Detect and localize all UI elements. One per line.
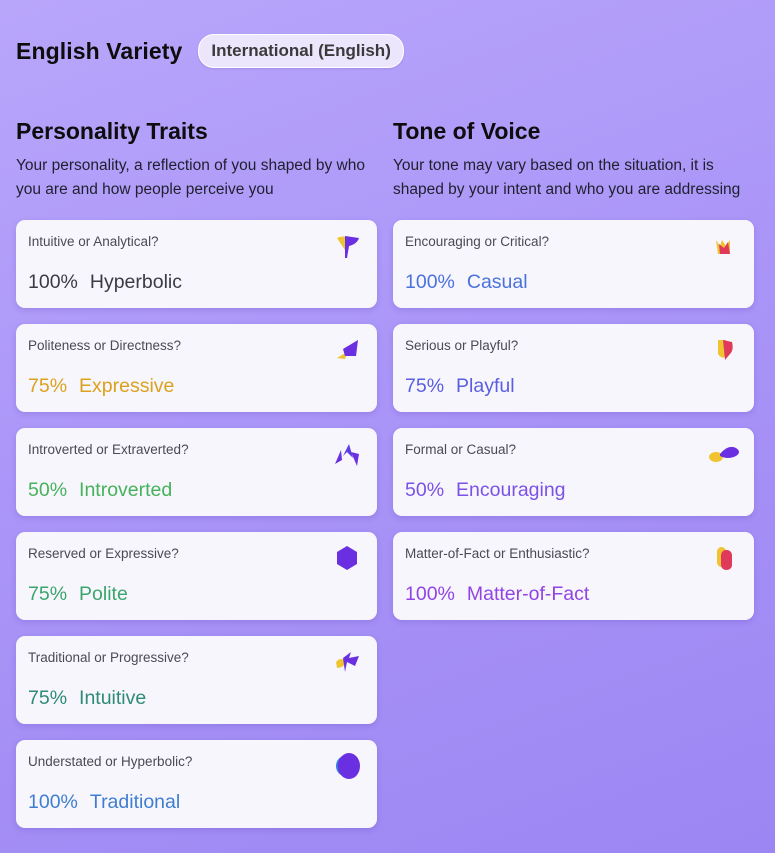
tone-label: Encouraging [456,479,566,501]
trait-percent: 75% [28,687,68,709]
tone-question: Matter-of-Fact or Enthusiastic? [405,546,590,561]
tone-card-matter-of-fact-enthusiastic[interactable]: Matter-of-Fact or Enthusiastic? 100% Mat… [393,532,754,620]
tone-card-serious-playful[interactable]: Serious or Playful? 75% Playful [393,324,754,412]
trait-card-reserved-expressive[interactable]: Reserved or Expressive? 75% Polite [16,532,377,620]
pill-icon [717,547,732,570]
tone-percent: 75% [405,375,445,397]
trait-question: Intuitive or Analytical? [28,234,159,249]
trait-question: Reserved or Expressive? [28,546,179,561]
wave-icon [709,446,739,462]
trait-percent: 75% [28,583,68,605]
kite-icon [337,340,358,359]
trait-label: Traditional [89,791,181,813]
shield-icon [718,340,733,360]
trait-card-politeness-directness[interactable]: Politeness or Directness? 75% Expressive [16,324,377,412]
tone-percent: 50% [405,479,445,501]
trait-value: 75% Expressive [28,374,365,398]
trait-percent: 50% [28,479,68,501]
trait-question: Politeness or Directness? [28,338,182,353]
personality-traits-section: Personality Traits Your personality, a r… [16,117,377,844]
trait-value: 50% Introverted [28,478,365,502]
trait-value: 75% Intuitive [28,686,365,710]
tone-value: 75% Playful [405,374,742,398]
trait-value: 100% Traditional [28,790,365,814]
trait-label: Polite [79,583,128,605]
trait-card-traditional-progressive[interactable]: Traditional or Progressive? 75% Intuitiv… [16,636,377,724]
trait-label: Hyperbolic [89,271,182,293]
crown-icon [716,240,730,254]
tone-of-voice-section: Tone of Voice Your tone may vary based o… [393,117,754,636]
tone-label: Playful [456,375,515,397]
trait-card-understated-hyperbolic[interactable]: Understated or Hyperbolic? 100% Traditio… [16,740,377,828]
trait-label: Expressive [79,375,175,397]
tone-of-voice-title: Tone of Voice [393,118,541,144]
tone-card-encouraging-critical[interactable]: Encouraging or Critical? 100% Casual [393,220,754,308]
tone-of-voice-description: Your tone may vary based on the situatio… [393,157,741,198]
tone-value: 100% Casual [405,270,742,294]
english-variety-title: English Variety [16,37,183,64]
hexagon-icon [337,546,357,570]
trait-label: Introverted [79,479,173,501]
tone-value: 50% Encouraging [405,478,742,502]
trait-card-intuitive-analytical[interactable]: Intuitive or Analytical? 100% Hyperbolic [16,220,377,308]
tone-value: 100% Matter-of-Fact [405,582,742,606]
zigzag-icon [335,444,359,466]
personality-traits-title: Personality Traits [16,118,208,144]
trait-percent: 75% [28,375,68,397]
tone-question: Serious or Playful? [405,338,519,353]
blob-icon [336,753,360,779]
bow-icon [336,652,359,672]
trait-question: Introverted or Extraverted? [28,442,189,457]
trait-question: Understated or Hyperbolic? [28,754,193,769]
english-variety-header: English Variety International (English) [16,34,404,68]
trait-value: 75% Polite [28,582,365,606]
tone-card-formal-casual[interactable]: Formal or Casual? 50% Encouraging [393,428,754,516]
tone-question: Encouraging or Critical? [405,234,550,249]
personality-traits-description: Your personality, a reflection of you sh… [16,157,365,198]
trait-question: Traditional or Progressive? [28,650,189,665]
tone-percent: 100% [405,583,455,605]
tone-percent: 100% [405,271,455,293]
tone-label: Casual [466,271,528,293]
trait-value: 100% Hyperbolic [28,270,365,294]
english-variety-badge[interactable]: International (English) [198,34,404,68]
tone-label: Matter-of-Fact [466,583,590,605]
trait-percent: 100% [28,791,78,813]
trait-card-introverted-extraverted[interactable]: Introverted or Extraverted? 50% Introver… [16,428,377,516]
trait-percent: 100% [28,271,78,293]
trait-label: Intuitive [79,687,147,709]
tone-question: Formal or Casual? [405,442,517,457]
flag-icon [337,236,359,258]
